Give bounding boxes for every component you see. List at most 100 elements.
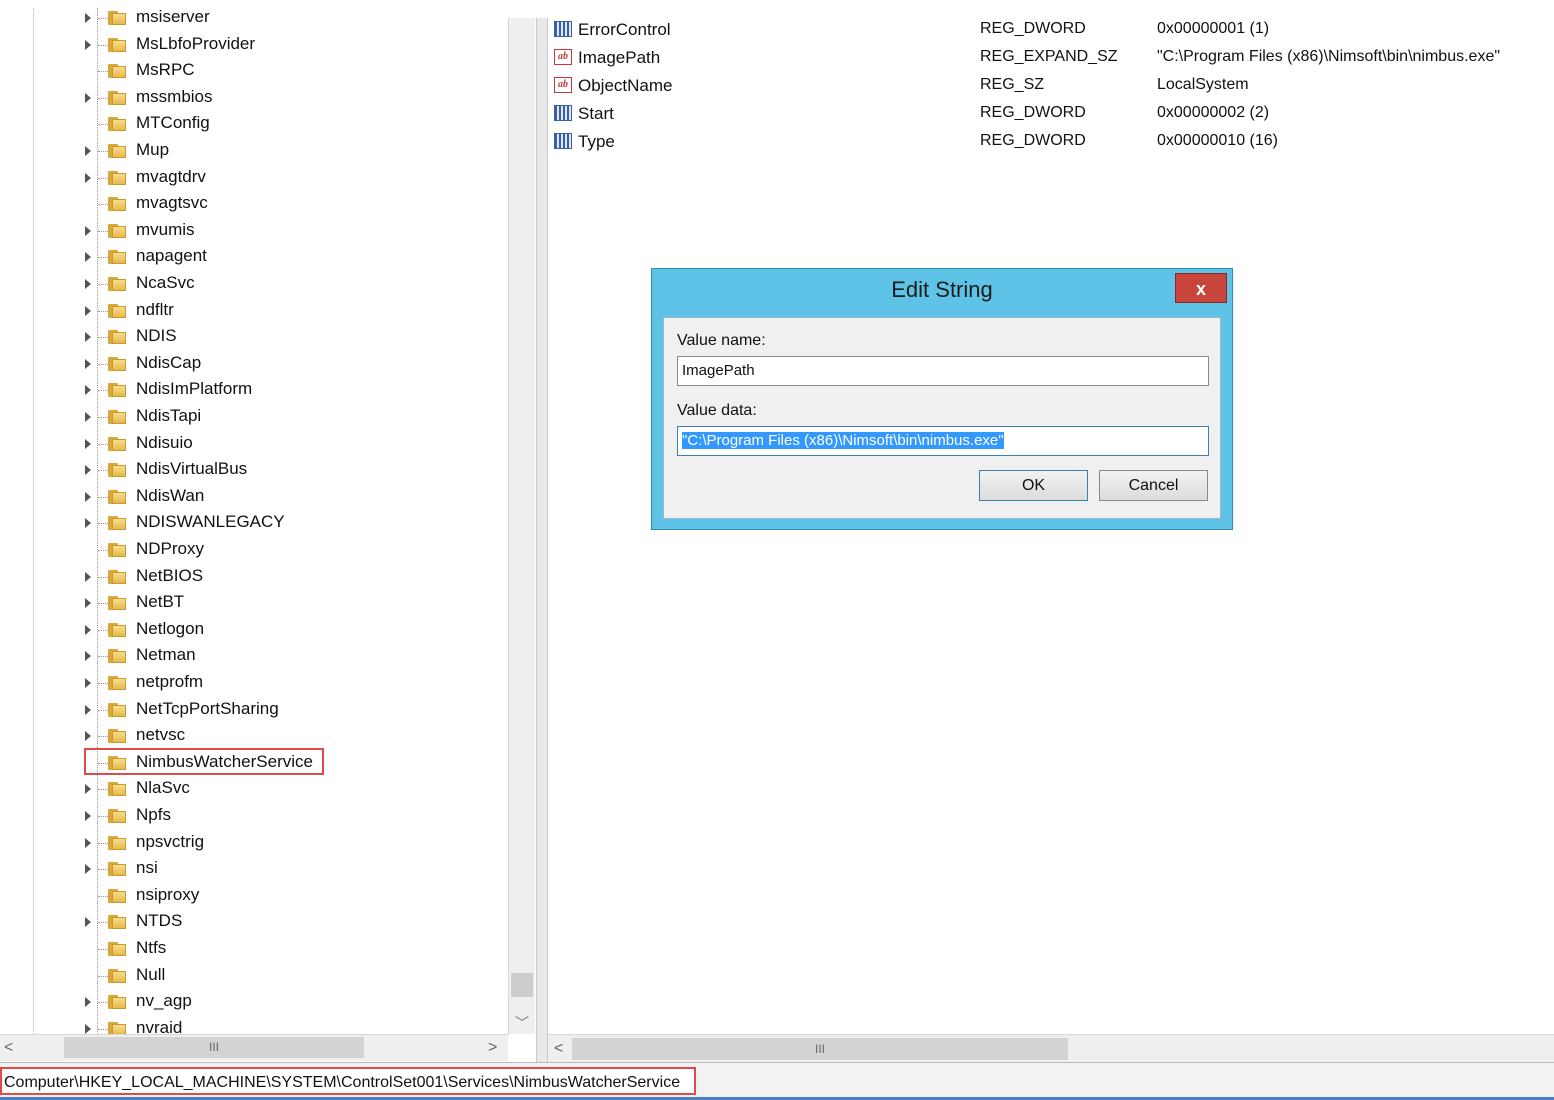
expand-arrow-icon[interactable] [85,13,91,23]
scroll-left-icon[interactable]: < [554,1040,563,1058]
tree-item[interactable]: NcaSvc [0,271,508,297]
tree-connector [98,470,108,472]
expand-arrow-icon[interactable] [85,731,91,742]
expand-arrow-icon[interactable] [85,917,91,928]
expand-arrow-icon[interactable] [85,518,91,529]
tree-item[interactable]: mvumis [0,218,508,244]
values-horizontal-scrollbar[interactable]: < III [548,1034,1554,1063]
expand-arrow-icon[interactable] [85,252,91,263]
expand-arrow-icon[interactable] [85,784,91,795]
tree-item[interactable]: MTConfig [0,111,508,137]
value-name-field[interactable]: ImagePath [677,356,1209,386]
value-row[interactable]: Type REG_DWORD 0x00000010 (16) [548,130,1554,158]
tree-item[interactable]: nv_agp [0,989,508,1015]
expand-arrow-icon[interactable] [85,305,91,316]
tree-item[interactable]: NetBIOS [0,564,508,590]
tree-item[interactable]: Mup [0,138,508,164]
registry-key-tree[interactable]: msiserver MsLbfoProvider MsRPC mssmbios MTCo… [0,0,536,1062]
tree-item[interactable]: NDIS [0,324,508,350]
tree-connector [98,310,108,312]
expand-arrow-icon[interactable] [85,438,91,449]
tree-item[interactable]: NDProxy [0,537,508,563]
tree-item[interactable]: MsLbfoProvider [0,32,508,58]
expand-arrow-icon[interactable] [85,225,91,236]
tree-item-label: Ndisuio [136,432,193,452]
tree-item[interactable]: mssmbios [0,85,508,111]
expand-arrow-icon[interactable] [85,412,91,422]
tree-item[interactable]: MsRPC [0,58,508,84]
expand-arrow-icon[interactable] [85,704,91,715]
tree-item[interactable]: NdisImPlatform [0,377,508,403]
pane-splitter[interactable] [536,18,548,1062]
tree-item[interactable]: ndfltr [0,298,508,324]
expand-arrow-icon[interactable] [85,1023,91,1034]
expand-arrow-icon[interactable] [85,837,91,848]
folder-icon [108,277,126,291]
value-row[interactable]: ab ObjectName REG_SZ LocalSystem [548,74,1554,102]
expand-arrow-icon[interactable] [85,864,91,875]
tree-item[interactable]: NlaSvc [0,776,508,802]
expand-arrow-icon[interactable] [85,39,91,50]
value-row[interactable]: ab ImagePath REG_EXPAND_SZ "C:\Program File… [548,46,1554,74]
tree-item[interactable]: NTDS [0,909,508,935]
registry-values-list[interactable]: ErrorControl REG_DWORD 0x00000001 (1) ab Ima… [548,18,1554,1063]
expand-arrow-icon[interactable] [85,358,91,369]
expand-arrow-icon[interactable] [85,651,91,662]
tree-item[interactable]: npsvctrig [0,830,508,856]
tree-vscroll-thumb[interactable] [511,973,533,997]
tree-vertical-scrollbar[interactable]: ﹀ [508,18,535,1034]
tree-item[interactable]: nvraid [0,1016,508,1034]
expand-arrow-icon[interactable] [85,279,91,289]
expand-arrow-icon[interactable] [85,146,91,156]
tree-item[interactable]: Ntfs [0,936,508,962]
tree-item[interactable]: NimbusWatcherService [0,747,508,776]
expand-arrow-icon[interactable] [85,997,91,1008]
value-row[interactable]: Start REG_DWORD 0x00000002 (2) [548,102,1554,130]
value-data-field[interactable]: "C:\Program Files (x86)\Nimsoft\bin\nimb… [677,426,1209,456]
tree-item[interactable]: msiserver [0,8,508,31]
tree-horizontal-scrollbar[interactable]: < III > [0,1034,508,1061]
tree-item[interactable]: NdisTapi [0,404,508,430]
tree-item[interactable]: Npfs [0,803,508,829]
tree-item[interactable]: nsiproxy [0,883,508,909]
tree-item[interactable]: NdisVirtualBus [0,457,508,483]
close-icon[interactable]: x [1175,273,1227,303]
tree-item[interactable]: NDISWANLEGACY [0,510,508,536]
cancel-button[interactable]: Cancel [1099,470,1208,501]
folder-icon [108,888,126,903]
tree-item[interactable]: Ndisuio [0,431,508,457]
tree-item[interactable]: napagent [0,244,508,270]
ok-button[interactable]: OK [979,470,1088,501]
tree-item[interactable]: Netman [0,643,508,669]
scroll-right-icon[interactable]: > [488,1039,497,1057]
expand-arrow-icon[interactable] [85,598,91,609]
scroll-left-icon[interactable]: < [4,1039,13,1057]
tree-item[interactable]: NetBT [0,590,508,616]
value-type: REG_DWORD [980,132,1086,149]
expand-arrow-icon[interactable] [85,385,91,396]
expand-arrow-icon[interactable] [85,624,91,635]
expand-arrow-icon[interactable] [85,172,91,183]
expand-arrow-icon[interactable] [85,332,91,343]
tree-connector [98,576,108,578]
values-hscroll-thumb[interactable]: III [572,1038,1068,1060]
tree-item[interactable]: NdisWan [0,484,508,510]
expand-arrow-icon[interactable] [85,491,91,502]
tree-item[interactable]: mvagtdrv [0,165,508,191]
expand-arrow-icon[interactable] [85,92,91,103]
expand-arrow-icon[interactable] [85,678,91,688]
expand-arrow-icon[interactable] [85,465,91,476]
tree-item[interactable]: netprofm [0,670,508,696]
tree-item[interactable]: NetTcpPortSharing [0,697,508,723]
tree-item[interactable]: NdisCap [0,351,508,377]
expand-arrow-icon[interactable] [85,571,91,582]
expand-arrow-icon[interactable] [85,811,91,821]
tree-item[interactable]: Netlogon [0,617,508,643]
tree-item[interactable]: netvsc [0,723,508,749]
tree-item[interactable]: Null [0,963,508,989]
tree-item[interactable]: nsi [0,856,508,882]
scroll-down-icon[interactable]: ﹀ [515,1013,529,1033]
tree-hscroll-thumb[interactable]: III [64,1037,364,1058]
tree-item[interactable]: mvagtsvc [0,191,508,217]
value-row[interactable]: ErrorControl REG_DWORD 0x00000001 (1) [548,18,1554,46]
